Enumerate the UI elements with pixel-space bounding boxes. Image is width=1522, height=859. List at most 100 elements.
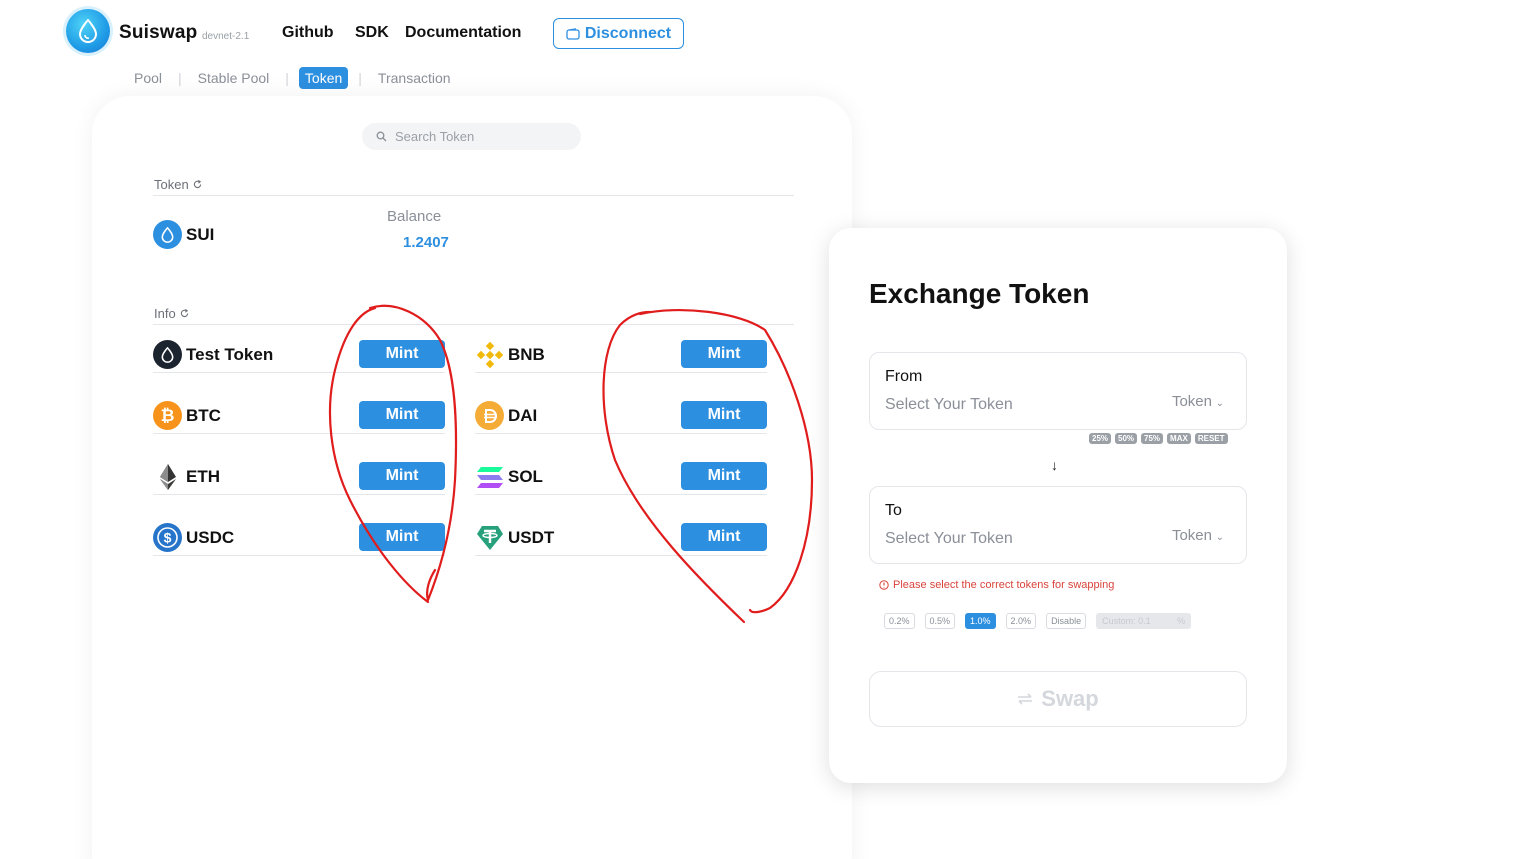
- token-name-bnb: BNB: [508, 345, 545, 364]
- mint-button-eth[interactable]: Mint: [359, 462, 445, 490]
- mint-button-bnb[interactable]: Mint: [681, 340, 767, 368]
- nav-documentation-link[interactable]: Documentation: [405, 24, 521, 42]
- from-token-dropdown[interactable]: Token: [1172, 393, 1212, 410]
- custom-slippage-input[interactable]: Custom: 0.1 %: [1096, 613, 1192, 629]
- usdt-icon: [475, 523, 504, 552]
- section-divider: [153, 195, 794, 196]
- to-label: To: [885, 502, 902, 519]
- balance-label: Balance: [387, 208, 442, 225]
- row-divider: [153, 494, 445, 495]
- token-name-usdt: USDT: [508, 528, 555, 547]
- to-token-field[interactable]: To Select Your Token Token ⌄: [869, 486, 1247, 564]
- custom-slippage-value: 0.1: [1138, 616, 1151, 626]
- row-divider: [475, 494, 767, 495]
- exchange-title: Exchange Token: [869, 278, 1090, 309]
- mint-button-usdc[interactable]: Mint: [359, 523, 445, 551]
- mint-button-test-token[interactable]: Mint: [359, 340, 445, 368]
- sui-token-name: SUI: [186, 225, 215, 244]
- to-token-input[interactable]: Select Your Token: [885, 530, 1013, 548]
- slippage-1-0-button[interactable]: 1.0%: [965, 613, 996, 629]
- swap-direction-arrow-icon[interactable]: ↓: [1051, 457, 1058, 473]
- brand-name: Suiswap: [119, 22, 198, 43]
- brand-version: devnet-2.1: [202, 31, 250, 42]
- mint-button-usdt[interactable]: Mint: [681, 523, 767, 551]
- warning-text: Please select the correct tokens for swa…: [893, 579, 1115, 591]
- mint-button-btc[interactable]: Mint: [359, 401, 445, 429]
- slippage-2-0-button[interactable]: 2.0%: [1005, 613, 1037, 629]
- reset-button[interactable]: RESET: [1194, 433, 1228, 444]
- dai-icon: [475, 401, 504, 430]
- disconnect-button[interactable]: Disconnect: [553, 18, 684, 49]
- percent-50-button[interactable]: 50%: [1115, 433, 1138, 444]
- warning-icon: [879, 580, 889, 590]
- disconnect-label: Disconnect: [584, 24, 672, 42]
- token-name-usdc: USDC: [186, 528, 235, 547]
- info-section-label: Info: [154, 306, 189, 321]
- refresh-icon[interactable]: [193, 180, 202, 189]
- to-token-dropdown[interactable]: Token: [1172, 527, 1212, 544]
- token-name-dai: DAI: [508, 406, 538, 425]
- slippage-options: 0.2% 0.5% 1.0% 2.0% Disable Custom: 0.1 …: [884, 613, 1192, 629]
- sol-icon: [475, 462, 504, 491]
- from-token-field[interactable]: From Select Your Token Token ⌄: [869, 352, 1247, 430]
- eth-icon: [153, 462, 182, 491]
- custom-slippage-label: Custom:: [1102, 616, 1136, 626]
- tab-separator: |: [285, 70, 289, 86]
- sui-icon: [153, 220, 182, 249]
- custom-slippage-unit: %: [1177, 616, 1186, 626]
- bnb-icon: [475, 340, 504, 369]
- usdc-icon: $: [153, 523, 182, 552]
- row-divider: [153, 372, 445, 373]
- percent-25-button[interactable]: 25%: [1089, 433, 1112, 444]
- row-divider: [475, 372, 767, 373]
- search-token-box[interactable]: Search Token: [362, 123, 581, 150]
- tab-separator: |: [358, 70, 362, 86]
- amount-percent-buttons: 25% 50% 75% MAX RESET: [1089, 433, 1228, 444]
- water-drop-icon: [78, 19, 98, 43]
- refresh-icon[interactable]: [180, 309, 189, 318]
- token-name-btc: BTC: [186, 406, 221, 425]
- tab-transaction[interactable]: Transaction: [372, 67, 457, 89]
- token-section-title: Token: [154, 177, 189, 192]
- search-icon: [376, 131, 387, 142]
- tab-pool[interactable]: Pool: [128, 67, 168, 89]
- token-name-test-token: Test Token: [186, 345, 274, 364]
- section-divider: [153, 324, 794, 325]
- slippage-0-2-button[interactable]: 0.2%: [884, 613, 915, 629]
- mint-button-dai[interactable]: Mint: [681, 401, 767, 429]
- tab-stable-pool[interactable]: Stable Pool: [192, 67, 276, 89]
- svg-text:$: $: [164, 530, 172, 546]
- nav-github-link[interactable]: Github: [282, 24, 334, 42]
- balance-value: 1.2407: [403, 234, 449, 251]
- swap-label: Swap: [1041, 686, 1099, 711]
- tab-token[interactable]: Token: [298, 67, 349, 89]
- row-divider: [475, 433, 767, 434]
- slippage-0-5-button[interactable]: 0.5%: [924, 613, 956, 629]
- tab-separator: |: [178, 70, 182, 86]
- percent-75-button[interactable]: 75%: [1141, 433, 1164, 444]
- token-name-eth: ETH: [186, 467, 220, 486]
- slippage-disable-button[interactable]: Disable: [1046, 613, 1087, 629]
- from-label: From: [885, 368, 923, 385]
- swap-warning: Please select the correct tokens for swa…: [879, 579, 1114, 591]
- suiswap-logo[interactable]: [66, 9, 110, 53]
- btc-icon: ₿: [153, 401, 182, 430]
- row-divider: [153, 433, 445, 434]
- row-divider: [153, 555, 445, 556]
- wallet-icon: [566, 27, 580, 40]
- from-token-input[interactable]: Select Your Token: [885, 396, 1013, 414]
- chevron-down-icon[interactable]: ⌄: [1216, 532, 1224, 543]
- swap-button[interactable]: Swap: [869, 671, 1247, 727]
- chevron-down-icon[interactable]: ⌄: [1216, 398, 1224, 409]
- swap-arrows-icon: [1018, 693, 1033, 705]
- token-section-label: Token: [154, 177, 202, 192]
- mint-button-sol[interactable]: Mint: [681, 462, 767, 490]
- max-button[interactable]: MAX: [1167, 433, 1191, 444]
- row-divider: [475, 555, 767, 556]
- token-name-sol: SOL: [508, 467, 543, 486]
- info-section-title: Info: [154, 306, 176, 321]
- nav-sdk-link[interactable]: SDK: [355, 24, 389, 42]
- search-input[interactable]: Search Token: [395, 129, 474, 144]
- test-token-icon: [153, 340, 182, 369]
- sub-nav-tabs: Pool | Stable Pool | Token | Transaction: [128, 67, 457, 89]
